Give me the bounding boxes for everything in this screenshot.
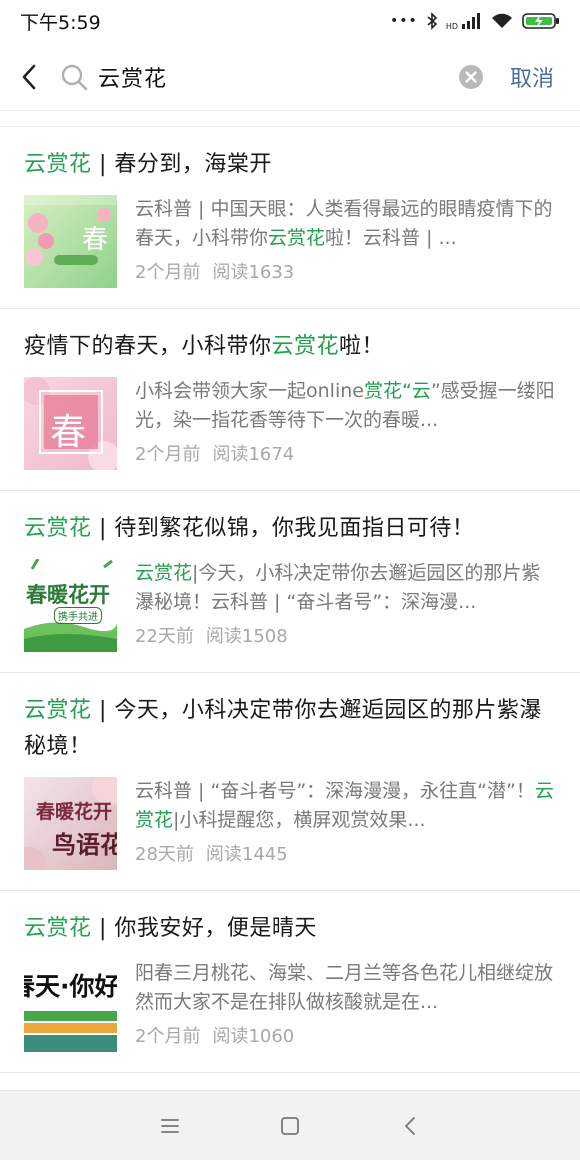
article-thumbnail: 春	[24, 195, 117, 288]
result-snippet: 云科普 | “奋斗者号”：深海漫漫，永往直“潜”！云赏花|小科提醒您，横屏观赏效…	[135, 777, 555, 835]
thumbnail-subtext: 携手共进	[54, 607, 102, 624]
battery-icon	[522, 13, 559, 29]
search-bar: 云赏花 取消	[0, 44, 580, 110]
title-highlight: 云赏花	[271, 334, 340, 359]
snippet-text: 啦！云科普 | ...	[325, 227, 457, 249]
article-thumbnail: 春暖花开 鸟语花	[24, 777, 117, 870]
result-item[interactable]: 云赏花 | 今天，小科决定带你去邂逅园区的那片紫瀑秘境！ 春暖花开 鸟语花 云科…	[0, 673, 580, 891]
title-text: | 待到繁花似锦，你我见面指日可待！	[91, 516, 475, 541]
back-icon	[405, 1116, 415, 1135]
clear-icon[interactable]	[458, 64, 484, 90]
result-title: 云赏花 | 今天，小科决定带你去邂逅园区的那片紫瀑秘境！	[24, 673, 580, 765]
thumbnail-text: 春暖花开	[26, 583, 110, 607]
back-arrow-icon	[22, 64, 36, 90]
read-count: 阅读1060	[212, 1026, 295, 1047]
result-title: 云赏花 | 待到繁花似锦，你我见面指日可待！	[24, 491, 580, 547]
more-dots-icon: •••	[390, 13, 418, 29]
snippet-text: 云科普 | “奋斗者号”：深海漫漫，永往直“潜”！	[135, 780, 535, 802]
publish-time: 28天前	[135, 844, 194, 865]
status-time: 下午5:59	[20, 11, 101, 34]
wifi-icon	[492, 13, 512, 28]
thumbnail-text: 春	[82, 225, 109, 255]
title-text: 啦！	[339, 334, 385, 359]
signal-icon	[462, 13, 480, 29]
title-highlight: 云赏花	[24, 152, 92, 177]
snippet-text: 小科会带领大家一起online	[135, 380, 364, 402]
article-thumbnail: 春暖花开 携手共进	[24, 559, 117, 652]
read-count: 阅读1674	[212, 444, 295, 465]
read-count: 阅读1445	[205, 844, 288, 865]
result-item[interactable]: 疫情下的春天，小科带你云赏花啦！ 春 小科会带领大家一起online赏花“云”感…	[0, 309, 580, 491]
result-item[interactable]: 云赏花 | 春分到，海棠开 春 云科普 | 中国天眼：人类看得最远的眼睛疫情下的…	[0, 127, 580, 309]
result-title: 疫情下的春天，小科带你云赏花啦！	[24, 309, 580, 365]
thumbnail-text: 春天·你好	[24, 972, 117, 1001]
snippet-text: 阳春三月桃花、海棠、二月兰等各色花儿相继绽放然而大家不是在排队做核酸就是在...	[135, 962, 554, 1013]
snippet-highlight: 云赏花	[135, 562, 193, 584]
result-title: 云赏花 | 春分到，海棠开	[24, 127, 580, 183]
publish-time: 2个月前	[135, 1026, 201, 1047]
publish-time: 22天前	[135, 626, 194, 647]
menu-button[interactable]	[150, 1106, 190, 1146]
back-button[interactable]	[0, 44, 58, 110]
snippet-highlight: 云赏花	[268, 227, 326, 249]
title-text: 疫情下的春天，小科带你	[24, 334, 272, 359]
system-nav-bar	[0, 1090, 580, 1160]
result-snippet: 阳春三月桃花、海棠、二月兰等各色花儿相继绽放然而大家不是在排队做核酸就是在...	[135, 959, 555, 1017]
publish-time: 2个月前	[135, 262, 201, 283]
result-item[interactable]: 云赏花 | 你我安好，便是晴天 春天·你好 阳春三月桃花、海棠、二月兰等各色花儿…	[0, 891, 580, 1073]
snippet-text: |小科提醒您，横屏观赏效果...	[173, 809, 426, 831]
thumbnail-subtext: 鸟语花	[52, 830, 117, 859]
network-label: HD	[445, 22, 458, 31]
read-count: 阅读1508	[205, 626, 288, 647]
read-count: 阅读1633	[212, 262, 295, 283]
search-input[interactable]: 云赏花	[98, 61, 458, 93]
status-icons: ••• HD	[390, 11, 560, 31]
title-highlight: 云赏花	[24, 916, 92, 941]
status-bar: 下午5:59 ••• HD	[0, 0, 580, 42]
title-text: | 你我安好，便是晴天	[91, 916, 317, 941]
result-item[interactable]: 云赏花 | 待到繁花似锦，你我见面指日可待！ 春暖花开 携手共进 云赏花|今天，…	[0, 491, 580, 673]
result-snippet: 小科会带领大家一起online赏花“云”感受握一缕阳光，染一指花香等待下一次的春…	[135, 377, 555, 435]
menu-icon	[161, 1118, 179, 1133]
cancel-button[interactable]: 取消	[510, 61, 554, 93]
result-snippet: 云科普 | 中国天眼：人类看得最远的眼睛疫情下的春天，小科带你云赏花啦！云科普 …	[135, 195, 555, 253]
title-highlight: 云赏花	[24, 698, 92, 723]
divider	[0, 110, 580, 111]
title-text: | 今天，小科决定带你去邂逅园区的那片紫瀑秘境！	[24, 698, 542, 759]
home-icon	[281, 1116, 299, 1135]
result-title: 云赏花 | 你我安好，便是晴天	[24, 891, 580, 947]
search-icon	[60, 63, 94, 91]
result-list: 云赏花 | 春分到，海棠开 春 云科普 | 中国天眼：人类看得最远的眼睛疫情下的…	[0, 127, 580, 1073]
result-snippet: 云赏花|今天，小科决定带你去邂逅园区的那片紫瀑秘境！云科普 | “奋斗者号”：深…	[135, 559, 555, 617]
snippet-highlight: 赏花“云	[363, 380, 431, 402]
thumbnail-text: 春暖花开	[36, 801, 113, 823]
title-highlight: 云赏花	[24, 516, 92, 541]
article-thumbnail: 春	[24, 377, 117, 470]
back-nav-button[interactable]	[390, 1106, 430, 1146]
title-text: | 春分到，海棠开	[91, 152, 272, 177]
bluetooth-icon	[427, 12, 437, 30]
publish-time: 2个月前	[135, 444, 201, 465]
snippet-text: |今天，小科决定带你去邂逅园区的那片紫瀑秘境！云科普 | “奋斗者号”：深海漫.…	[135, 562, 541, 613]
article-thumbnail: 春天·你好	[24, 959, 117, 1052]
home-button[interactable]	[270, 1106, 310, 1146]
thumbnail-text: 春	[50, 412, 87, 453]
search-field[interactable]: 云赏花	[58, 44, 496, 110]
